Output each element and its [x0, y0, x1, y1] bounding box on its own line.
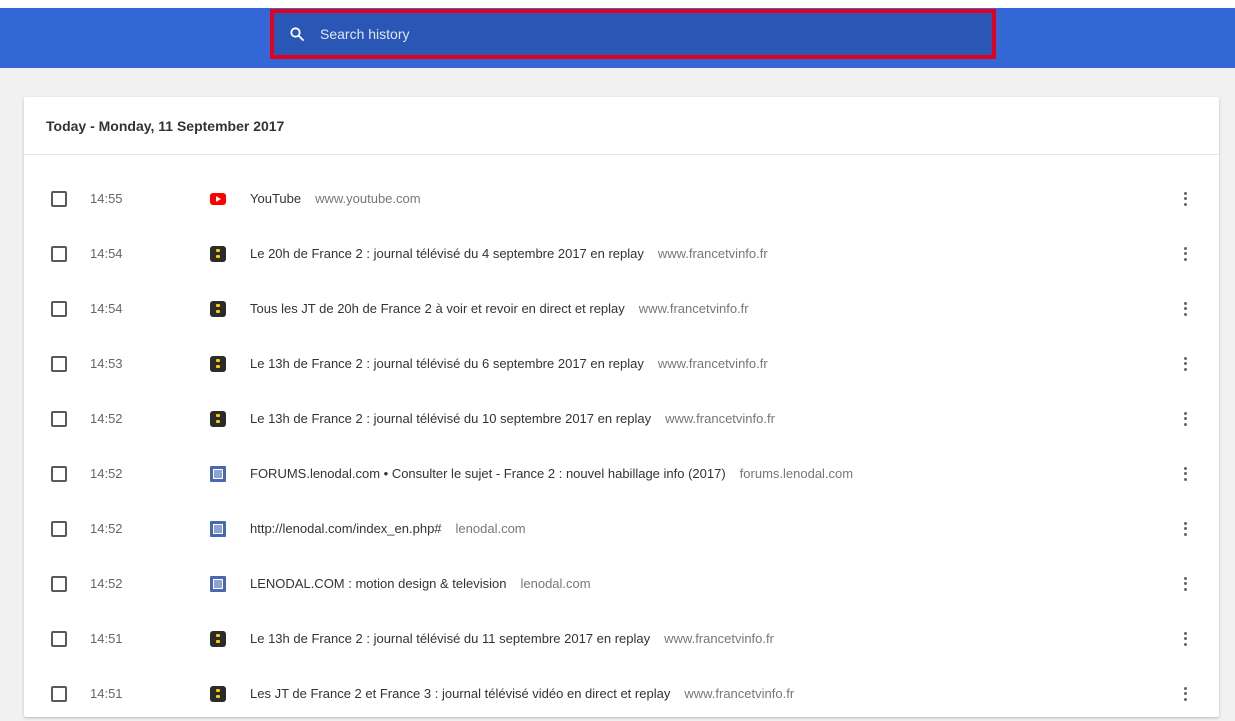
- search-icon: [288, 25, 306, 43]
- item-link[interactable]: FORUMS.lenodal.com • Consulter le sujet …: [250, 466, 853, 481]
- more-actions-icon[interactable]: [1183, 301, 1187, 316]
- item-time: 14:53: [90, 356, 123, 371]
- history-item[interactable]: 14:52 Le 13h de France 2 : journal télév…: [24, 391, 1219, 446]
- item-time: 14:55: [90, 191, 123, 206]
- date-header: Today - Monday, 11 September 2017: [24, 97, 1219, 155]
- item-domain: www.francetvinfo.fr: [638, 301, 749, 316]
- more-actions-icon[interactable]: [1183, 356, 1187, 371]
- item-title: Les JT de France 2 et France 3 : journal…: [250, 686, 671, 701]
- item-title: Le 13h de France 2 : journal télévisé du…: [250, 631, 651, 646]
- item-domain: www.francetvinfo.fr: [665, 411, 775, 426]
- item-time: 14:51: [90, 686, 123, 701]
- more-actions-icon[interactable]: [1183, 411, 1187, 426]
- item-title: Le 13h de France 2 : journal télévisé du…: [250, 356, 644, 371]
- item-link[interactable]: Le 20h de France 2 : journal télévisé du…: [250, 246, 768, 261]
- france-tv-icon: [210, 355, 226, 372]
- france-tv-icon: [210, 630, 226, 647]
- more-actions-icon[interactable]: [1183, 191, 1187, 206]
- history-card: Today - Monday, 11 September 2017 14:55 …: [24, 97, 1219, 717]
- lenodal-icon: [210, 465, 226, 482]
- more-actions-icon[interactable]: [1183, 521, 1187, 536]
- item-link[interactable]: Tous les JT de 20h de France 2 à voir et…: [250, 301, 749, 316]
- item-time: 14:52: [90, 466, 123, 481]
- history-item[interactable]: 14:52 LENODAL.COM : motion design & tele…: [24, 556, 1219, 611]
- lenodal-icon: [210, 520, 226, 537]
- history-item[interactable]: 14:51 Le 13h de France 2 : journal télév…: [24, 611, 1219, 666]
- item-domain: www.francetvinfo.fr: [657, 356, 768, 371]
- item-checkbox[interactable]: [51, 630, 67, 647]
- item-link[interactable]: http://lenodal.com/index_en.php# lenodal.…: [250, 521, 526, 536]
- item-checkbox[interactable]: [51, 520, 67, 537]
- more-actions-icon[interactable]: [1183, 631, 1187, 646]
- item-link[interactable]: Les JT de France 2 et France 3 : journal…: [250, 686, 794, 701]
- item-domain: lenodal.com: [520, 576, 591, 591]
- item-domain: www.francetvinfo.fr: [657, 246, 768, 261]
- history-item[interactable]: 14:55 YouTube www.youtube.com: [24, 171, 1219, 226]
- item-title: LENODAL.COM : motion design & television: [250, 576, 507, 591]
- more-actions-icon[interactable]: [1183, 466, 1187, 481]
- france-tv-icon: [210, 410, 226, 427]
- search-box[interactable]: [270, 9, 996, 59]
- item-link[interactable]: Le 13h de France 2 : journal télévisé du…: [250, 411, 775, 426]
- item-time: 14:51: [90, 631, 123, 646]
- history-item[interactable]: 14:54 Le 20h de France 2 : journal télév…: [24, 226, 1219, 281]
- item-time: 14:52: [90, 576, 123, 591]
- item-checkbox[interactable]: [51, 245, 67, 262]
- more-actions-icon[interactable]: [1183, 686, 1187, 701]
- item-checkbox[interactable]: [51, 300, 67, 317]
- item-time: 14:52: [90, 411, 123, 426]
- france-tv-icon: [210, 685, 226, 702]
- item-time: 14:52: [90, 521, 123, 536]
- item-checkbox[interactable]: [51, 465, 67, 482]
- toolbar: [0, 0, 1235, 68]
- history-item[interactable]: 14:52 http://lenodal.com/index_en.php# le…: [24, 501, 1219, 556]
- item-checkbox[interactable]: [51, 410, 67, 427]
- more-actions-icon[interactable]: [1183, 246, 1187, 261]
- item-title: FORUMS.lenodal.com • Consulter le sujet …: [250, 466, 726, 481]
- item-domain: lenodal.com: [455, 521, 526, 536]
- item-domain: www.francetvinfo.fr: [684, 686, 795, 701]
- search-input[interactable]: [320, 13, 992, 55]
- item-title: Tous les JT de 20h de France 2 à voir et…: [250, 301, 625, 316]
- item-domain: www.francetvinfo.fr: [664, 631, 774, 646]
- item-domain: www.youtube.com: [315, 191, 421, 206]
- history-list: 14:55 YouTube www.youtube.com 14:54 Le 20…: [24, 155, 1219, 721]
- item-link[interactable]: LENODAL.COM : motion design & television…: [250, 576, 591, 591]
- france-tv-icon: [210, 245, 226, 262]
- item-title: YouTube: [250, 191, 302, 206]
- item-time: 14:54: [90, 246, 123, 261]
- item-checkbox[interactable]: [51, 685, 67, 702]
- item-checkbox[interactable]: [51, 355, 67, 372]
- item-title: Le 20h de France 2 : journal télévisé du…: [250, 246, 644, 261]
- item-link[interactable]: Le 13h de France 2 : journal télévisé du…: [250, 631, 774, 646]
- history-item[interactable]: 14:53 Le 13h de France 2 : journal télév…: [24, 336, 1219, 391]
- item-checkbox[interactable]: [51, 190, 67, 207]
- item-title: Le 13h de France 2 : journal télévisé du…: [250, 411, 652, 426]
- history-item[interactable]: 14:52 FORUMS.lenodal.com • Consulter le …: [24, 446, 1219, 501]
- item-link[interactable]: Le 13h de France 2 : journal télévisé du…: [250, 356, 768, 371]
- history-item[interactable]: 14:54 Tous les JT de 20h de France 2 à v…: [24, 281, 1219, 336]
- lenodal-icon: [210, 575, 226, 592]
- item-link[interactable]: YouTube www.youtube.com: [250, 191, 421, 206]
- france-tv-icon: [210, 300, 226, 317]
- more-actions-icon[interactable]: [1183, 576, 1187, 591]
- item-time: 14:54: [90, 301, 123, 316]
- item-domain: forums.lenodal.com: [739, 466, 854, 481]
- item-checkbox[interactable]: [51, 575, 67, 592]
- item-title: http://lenodal.com/index_en.php#: [250, 521, 442, 536]
- youtube-icon: [210, 192, 226, 205]
- history-item[interactable]: 14:51 Les JT de France 2 et France 3 : j…: [24, 666, 1219, 721]
